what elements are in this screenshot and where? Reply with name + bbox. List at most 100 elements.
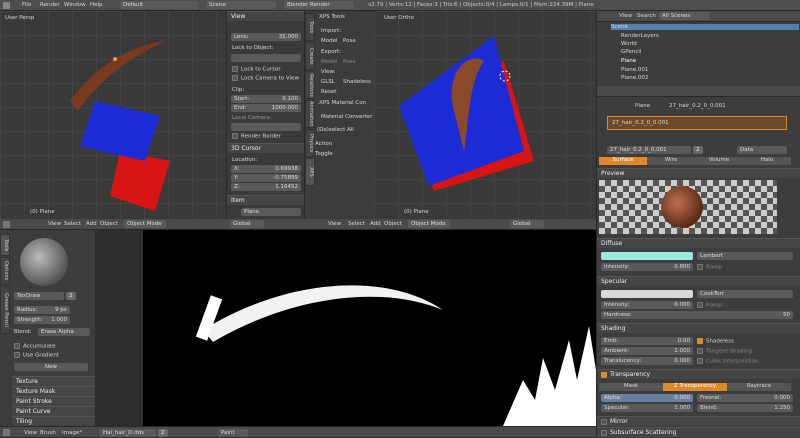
diffuse-intensity-field[interactable]: Intensity: 0.800 <box>601 263 693 271</box>
xps-material-header[interactable]: XPS Material Con <box>319 100 366 106</box>
mode-selector[interactable]: Object Mode <box>408 220 450 228</box>
toggle-button[interactable]: Toggle <box>315 151 333 157</box>
orientation-selector[interactable]: Global <box>510 220 544 228</box>
menu-brush[interactable]: Brush <box>40 430 56 436</box>
menu-window[interactable]: Window <box>64 2 86 8</box>
glsl-button[interactable]: GLSL <box>321 79 335 85</box>
xps-header[interactable]: XPS Tools <box>319 14 345 20</box>
fresnel-field[interactable]: Fresnel: 0.000 <box>697 394 793 402</box>
accumulate-checkbox[interactable] <box>14 343 20 349</box>
trans-tab-z-transparency[interactable]: Z Transparency <box>663 383 727 391</box>
tangent-checkbox[interactable] <box>697 348 703 354</box>
menu-object[interactable]: Object <box>384 221 402 227</box>
side-tab-physics[interactable]: Physics <box>305 129 315 157</box>
use-gradient-toggle[interactable]: Use Gradient <box>14 352 59 359</box>
lock-camera-checkbox[interactable] <box>232 75 238 81</box>
texture-header[interactable]: Texture <box>12 376 95 386</box>
brush-users[interactable]: 2 <box>66 292 76 300</box>
side-tab-tools[interactable]: Tools <box>305 13 315 41</box>
render-border-toggle[interactable]: Render Border <box>232 133 281 140</box>
blend-field[interactable]: Blend: 1.250 <box>697 404 793 412</box>
side-tab-relations[interactable]: Relations <box>305 71 315 99</box>
menu-select[interactable]: Select <box>64 221 81 227</box>
material-users[interactable]: 2 <box>693 146 703 154</box>
tangent-shading-toggle[interactable]: Tangent Shading <box>697 348 752 355</box>
shadeless-checkbox[interactable] <box>697 338 703 344</box>
menu-view[interactable]: View <box>24 430 37 436</box>
specular-intensity-field[interactable]: Intensity: 0.000 <box>601 301 693 309</box>
clip-start-field[interactable]: Start: 0.100 <box>231 95 301 103</box>
lock-cursor-checkbox[interactable] <box>232 66 238 72</box>
menu-search[interactable]: Search <box>637 13 656 19</box>
material-slot-list[interactable]: 27_hair_0.2_0_0.001 <box>607 116 787 130</box>
item-name-field[interactable]: Plane <box>241 208 301 216</box>
transparency-header[interactable]: Transparency <box>597 369 800 379</box>
tiling-header[interactable]: Tiling <box>12 416 95 426</box>
lock-object-field[interactable] <box>231 54 301 62</box>
menu-add[interactable]: Add <box>370 221 381 227</box>
orientation-selector[interactable]: Global <box>230 220 264 228</box>
outliner-item-scene[interactable]: Scene <box>611 24 799 30</box>
menu-view[interactable]: View <box>48 221 61 227</box>
material-converter-button[interactable]: Material Converter <box>321 114 373 120</box>
radius-field[interactable]: Radius: 9 px <box>14 306 70 314</box>
shadeless-button[interactable]: Shadeless <box>343 79 371 85</box>
specular-alpha-field[interactable]: Specular: 1.000 <box>601 404 693 412</box>
import-pose-button[interactable]: Pose <box>343 38 356 44</box>
menu-help[interactable]: Help <box>90 2 103 8</box>
mode-selector[interactable]: Object Mode <box>124 220 166 228</box>
use-gradient-checkbox[interactable] <box>14 352 20 358</box>
hardness-field[interactable]: Hardness: 50 <box>601 311 793 319</box>
shading-header[interactable]: Shading <box>597 323 800 333</box>
paint-tab-grease-pencil[interactable]: Grease Pencil <box>0 286 10 334</box>
menu-render[interactable]: Render <box>40 2 60 8</box>
tab-wire[interactable]: Wire <box>647 157 695 165</box>
texture-mask-header[interactable]: Texture Mask <box>12 386 95 396</box>
specular-color-swatch[interactable] <box>601 290 693 298</box>
accumulate-toggle[interactable]: Accumulate <box>14 343 55 350</box>
menu-image[interactable]: Image* <box>62 430 82 436</box>
menu-object[interactable]: Object <box>100 221 118 227</box>
tab-volume[interactable]: Volume <box>695 157 743 165</box>
brush-preview[interactable] <box>20 238 68 286</box>
ambient-field[interactable]: Ambient: 1.000 <box>601 347 693 355</box>
specular-shader-selector[interactable]: CookTorr <box>697 290 793 298</box>
preview-header[interactable]: Preview <box>597 168 800 178</box>
diffuse-color-swatch[interactable] <box>601 252 693 260</box>
mirror-header[interactable]: Mirror <box>597 416 800 426</box>
import-model-button[interactable]: Model <box>321 38 338 44</box>
paint-stroke-header[interactable]: Paint Stroke <box>12 396 95 406</box>
cursor-x-field[interactable]: X: 0.69938 <box>231 165 301 173</box>
diffuse-ramp-toggle[interactable]: Ramp <box>697 264 722 271</box>
blend-selector[interactable]: Erase Alpha <box>38 328 90 336</box>
strength-field[interactable]: Strength: 1.000 <box>14 316 70 324</box>
image-editor-canvas[interactable] <box>95 230 596 426</box>
menu-view[interactable]: View <box>328 221 341 227</box>
new-palette-button[interactable]: New <box>14 363 88 371</box>
diffuse-shader-selector[interactable]: Lambert <box>697 252 793 260</box>
mirror-checkbox[interactable] <box>601 418 607 425</box>
link-data-selector[interactable]: Data <box>737 146 787 154</box>
outliner-item-world[interactable]: World <box>621 41 637 47</box>
material-selector[interactable]: 27_hair_0.2_0_0.001 <box>607 146 691 154</box>
sss-checkbox[interactable] <box>601 429 607 436</box>
specular-header[interactable]: Specular <box>597 276 800 286</box>
transparency-checkbox[interactable] <box>601 371 607 378</box>
layout-selector[interactable]: Default <box>120 1 198 9</box>
editor-type-icon[interactable] <box>3 221 10 228</box>
alpha-field[interactable]: Alpha: 0.000 <box>601 394 693 402</box>
side-tab-animation[interactable]: Animation <box>305 100 315 128</box>
paint-tab-options[interactable]: Options <box>0 257 10 285</box>
outliner-item-plane[interactable]: Plane <box>621 58 636 64</box>
brush-selector[interactable]: TexDraw <box>14 292 64 300</box>
menu-add[interactable]: Add <box>86 221 97 227</box>
mode-selector[interactable]: Paint <box>218 429 248 437</box>
cubic-interpolation-toggle[interactable]: Cubic Interpolation <box>697 358 758 365</box>
paint-curve-header[interactable]: Paint Curve <box>12 406 95 416</box>
diffuse-header[interactable]: Diffuse <box>597 238 800 248</box>
tab-surface[interactable]: Surface <box>599 157 647 165</box>
export-model-button[interactable]: Model <box>321 59 338 65</box>
lock-camera-toggle[interactable]: Lock Camera to View <box>232 75 299 82</box>
outliner-item-plane-001[interactable]: Plane.001 <box>621 67 648 73</box>
outliner-item-plane-002[interactable]: Plane.002 <box>621 75 648 81</box>
